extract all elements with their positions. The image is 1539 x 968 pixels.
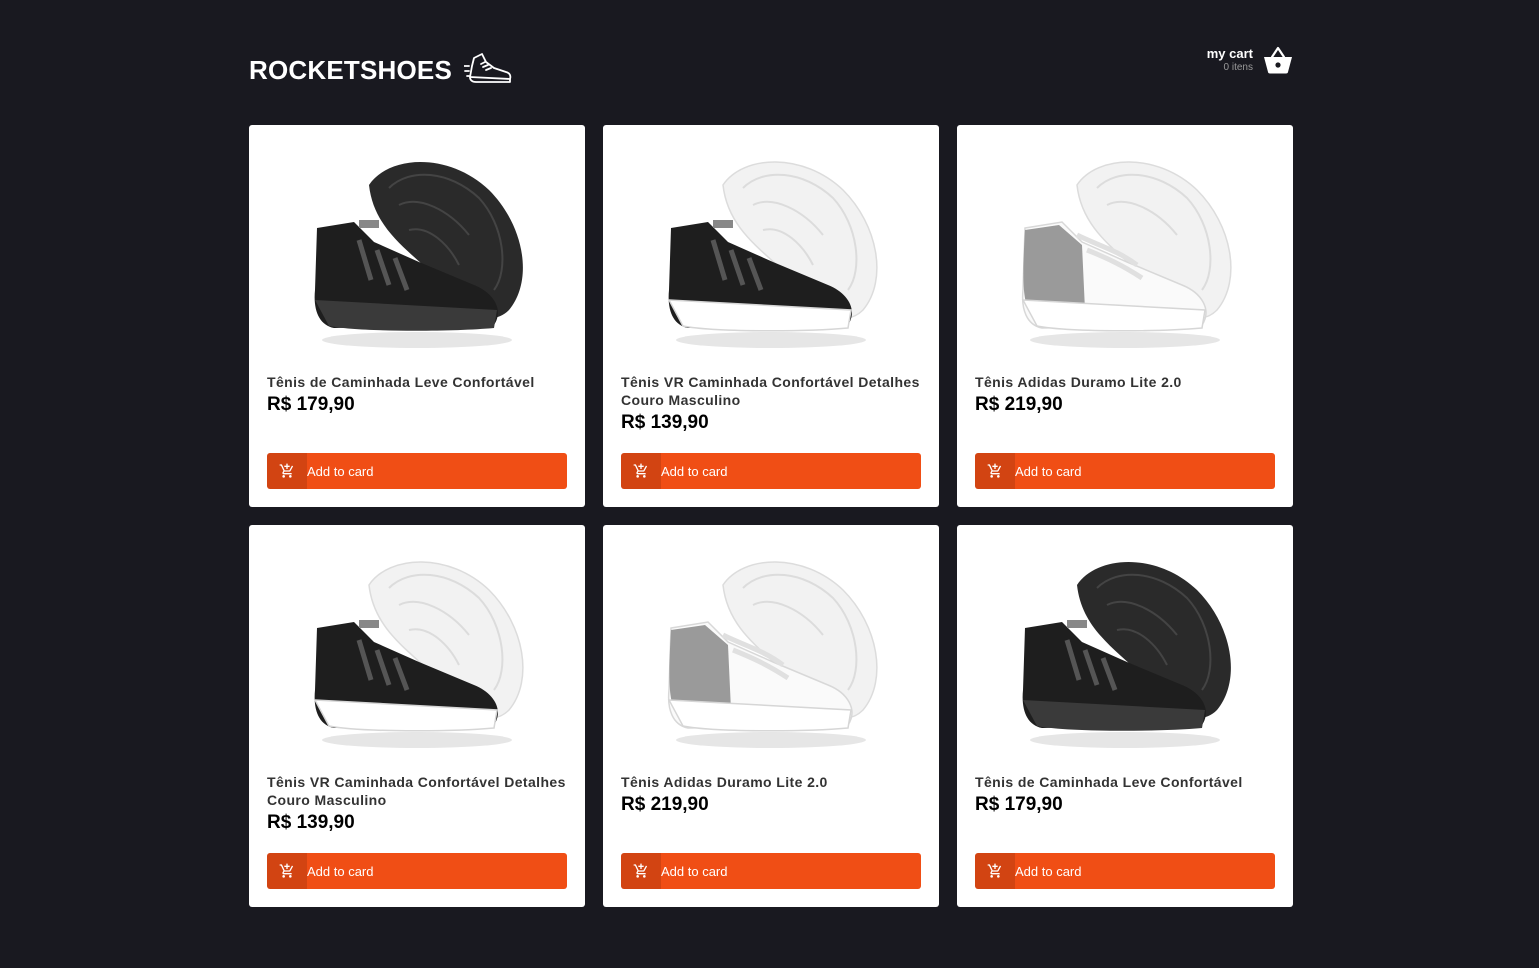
shopping-basket-icon: [1264, 46, 1292, 74]
cart-title: my cart: [1206, 46, 1253, 61]
product-card: Tênis de Caminhada Leve Confortável R$ 1…: [957, 525, 1293, 907]
product-card: Tênis Adidas Duramo Lite 2.0 R$ 219,90 A…: [603, 525, 939, 907]
product-image: [1007, 150, 1243, 355]
product-image: [299, 550, 535, 755]
add-to-cart-button[interactable]: Add to card: [621, 453, 921, 489]
product-price: R$ 179,90: [267, 394, 355, 415]
logo-text: ROCKETSHOES: [249, 54, 453, 85]
product-image: [653, 550, 889, 755]
product-image: [653, 150, 889, 355]
product-price: R$ 139,90: [621, 412, 709, 433]
product-info: Tênis de Caminhada Leve Confortável R$ 1…: [267, 373, 567, 417]
cart-link[interactable]: my cart 0 itens: [1207, 46, 1293, 74]
product-image: [1007, 550, 1243, 755]
add-to-cart-button[interactable]: Add to card: [975, 453, 1275, 489]
add-to-cart-label: Add to card: [661, 863, 728, 879]
add-shopping-cart-icon: [621, 853, 661, 889]
product-price: R$ 179,90: [975, 794, 1063, 815]
product-info: Tênis de Caminhada Leve Confortável R$ 1…: [975, 773, 1275, 817]
add-to-cart-label: Add to card: [307, 863, 374, 879]
product-info: Tênis Adidas Duramo Lite 2.0 R$ 219,90: [621, 773, 921, 817]
product-price: R$ 219,90: [621, 794, 709, 815]
cart-count: 0 itens: [1223, 62, 1253, 73]
add-to-cart-button[interactable]: Add to card: [267, 853, 567, 889]
product-info: Tênis VR Caminhada Confortável Detalhes …: [267, 773, 567, 835]
add-to-cart-label: Add to card: [1015, 463, 1082, 479]
product-info: Tênis VR Caminhada Confortável Detalhes …: [621, 373, 921, 435]
add-shopping-cart-icon: [975, 853, 1015, 889]
logo-link[interactable]: ROCKETSHOES: [249, 52, 512, 88]
product-title: Tênis de Caminhada Leve Confortável: [975, 774, 1243, 790]
product-card: Tênis VR Caminhada Confortável Detalhes …: [603, 125, 939, 507]
add-shopping-cart-icon: [975, 453, 1015, 489]
product-title: Tênis VR Caminhada Confortável Detalhes …: [621, 374, 920, 408]
product-title: Tênis de Caminhada Leve Confortável: [267, 374, 535, 390]
product-card: Tênis de Caminhada Leve Confortável R$ 1…: [249, 125, 585, 507]
add-to-cart-button[interactable]: Add to card: [975, 853, 1275, 889]
product-title: Tênis VR Caminhada Confortável Detalhes …: [267, 774, 566, 808]
add-to-cart-label: Add to card: [307, 463, 374, 479]
product-price: R$ 139,90: [267, 812, 355, 833]
add-shopping-cart-icon: [267, 853, 307, 889]
cart-summary: my cart 0 itens: [1207, 46, 1253, 74]
product-card: Tênis VR Caminhada Confortável Detalhes …: [249, 525, 585, 907]
product-info: Tênis Adidas Duramo Lite 2.0 R$ 219,90: [975, 373, 1275, 417]
product-image: [299, 150, 535, 355]
product-card: Tênis Adidas Duramo Lite 2.0 R$ 219,90 A…: [957, 125, 1293, 507]
add-shopping-cart-icon: [267, 453, 307, 489]
product-list: Tênis de Caminhada Leve Confortável R$ 1…: [249, 125, 1293, 907]
add-to-cart-button[interactable]: Add to card: [621, 853, 921, 889]
add-shopping-cart-icon: [621, 453, 661, 489]
add-to-cart-label: Add to card: [1015, 863, 1082, 879]
header: ROCKETSHOES my cart 0 itens: [249, 40, 1293, 90]
product-price: R$ 219,90: [975, 394, 1063, 415]
product-title: Tênis Adidas Duramo Lite 2.0: [621, 774, 828, 790]
add-to-cart-label: Add to card: [661, 463, 728, 479]
running-shoe-icon: [464, 53, 512, 83]
product-title: Tênis Adidas Duramo Lite 2.0: [975, 374, 1182, 390]
add-to-cart-button[interactable]: Add to card: [267, 453, 567, 489]
